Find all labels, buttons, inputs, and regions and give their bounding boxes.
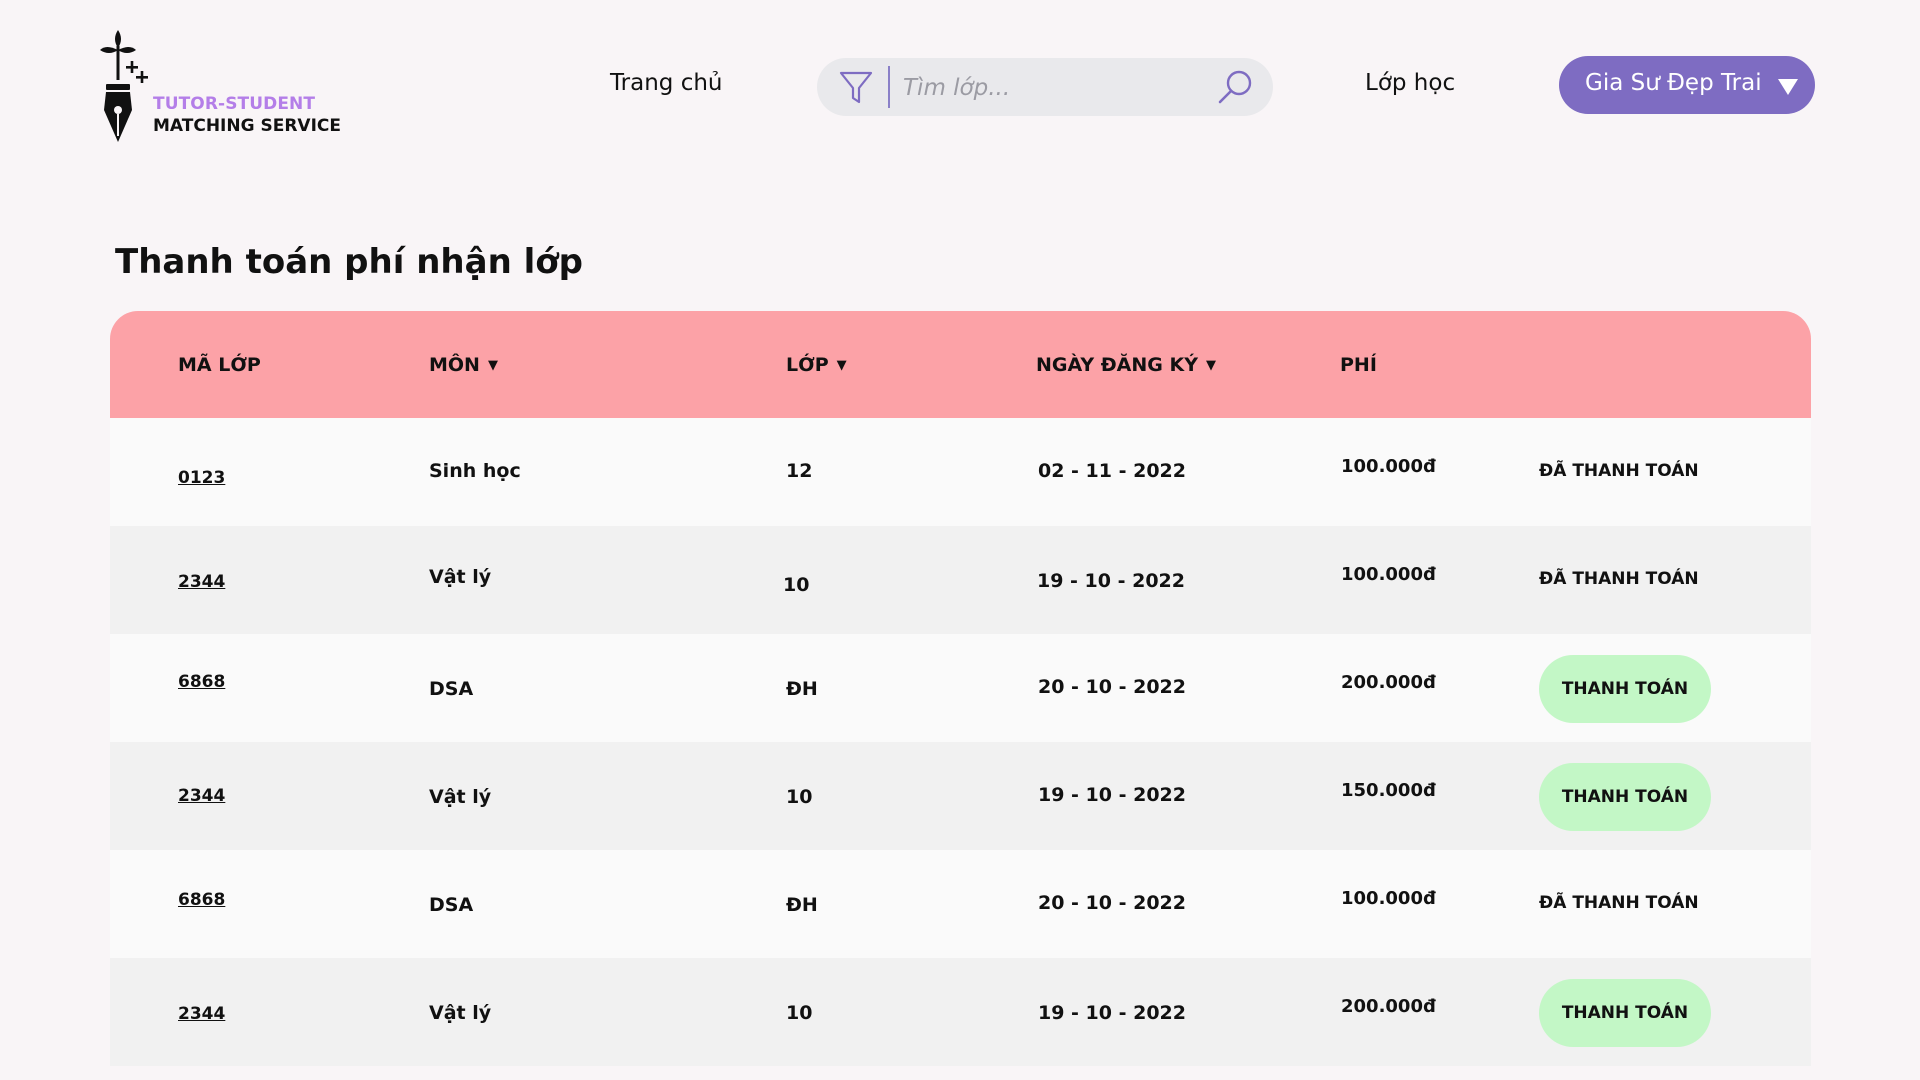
grade-cell: ĐH bbox=[786, 678, 818, 700]
user-menu-button[interactable]: Gia Sư Đẹp Trai bbox=[1559, 56, 1815, 114]
fee-cell: 200.000đ bbox=[1341, 672, 1436, 693]
nav-link-classes[interactable]: Lớp học bbox=[1365, 70, 1455, 96]
paid-status: ĐÃ THANH TOÁN bbox=[1539, 893, 1699, 913]
column-header-code: MÃ LỚP bbox=[178, 354, 261, 376]
class-code-link[interactable]: 0123 bbox=[178, 468, 225, 488]
column-header-grade[interactable]: LỚP ▼ bbox=[786, 354, 847, 376]
brand-name-line1: TUTOR-STUDENT bbox=[153, 94, 316, 114]
date-cell: 19 - 10 - 2022 bbox=[1038, 784, 1186, 806]
fountain-pen-plant-icon bbox=[100, 30, 148, 142]
subject-cell: Vật lý bbox=[429, 786, 492, 808]
subject-cell: Sinh học bbox=[429, 460, 521, 482]
date-cell: 02 - 11 - 2022 bbox=[1038, 460, 1186, 482]
subject-cell: Vật lý bbox=[429, 566, 492, 588]
date-cell: 19 - 10 - 2022 bbox=[1037, 570, 1185, 592]
grade-cell: 12 bbox=[786, 460, 813, 482]
subject-cell: DSA bbox=[429, 894, 474, 916]
table-row: 2344 Vật lý 10 19 - 10 - 2022 100.000đ Đ… bbox=[110, 526, 1811, 634]
grade-cell: 10 bbox=[786, 786, 813, 808]
fee-cell: 100.000đ bbox=[1341, 456, 1436, 477]
page-title: Thanh toán phí nhận lớp bbox=[115, 242, 583, 282]
class-code-link[interactable]: 2344 bbox=[178, 1004, 225, 1024]
paid-status: ĐÃ THANH TOÁN bbox=[1539, 569, 1699, 589]
grade-cell: 10 bbox=[786, 1002, 813, 1024]
sort-down-icon: ▼ bbox=[836, 358, 847, 373]
table-row: 6868 DSA ĐH 20 - 10 - 2022 200.000đ THAN… bbox=[110, 634, 1811, 742]
subject-cell: Vật lý bbox=[429, 1002, 492, 1024]
search-input[interactable] bbox=[901, 68, 1205, 108]
column-header-grade-label: LỚP bbox=[786, 354, 829, 376]
table-row: 0123 Sinh học 12 02 - 11 - 2022 100.000đ… bbox=[110, 418, 1811, 526]
paid-status: ĐÃ THANH TOÁN bbox=[1539, 461, 1699, 481]
subject-cell: DSA bbox=[429, 678, 474, 700]
table-header: MÃ LỚP MÔN ▼ LỚP ▼ NGÀY ĐĂNG KÝ ▼ PHÍ bbox=[110, 311, 1811, 418]
pay-button[interactable]: THANH TOÁN bbox=[1539, 979, 1711, 1047]
column-header-date-label: NGÀY ĐĂNG KÝ bbox=[1036, 354, 1198, 376]
class-code-link[interactable]: 2344 bbox=[178, 572, 225, 592]
chevron-down-icon bbox=[1777, 76, 1799, 102]
pay-button[interactable]: THANH TOÁN bbox=[1539, 655, 1711, 723]
sort-down-icon: ▼ bbox=[1205, 358, 1216, 373]
fee-cell: 100.000đ bbox=[1341, 564, 1436, 585]
table-row: 2344 Vật lý 10 19 - 10 - 2022 200.000đ T… bbox=[110, 958, 1811, 1066]
search-bar bbox=[817, 58, 1273, 116]
column-header-subject[interactable]: MÔN ▼ bbox=[429, 354, 498, 376]
search-divider bbox=[888, 66, 890, 108]
fee-cell: 200.000đ bbox=[1341, 996, 1436, 1017]
payments-table: MÃ LỚP MÔN ▼ LỚP ▼ NGÀY ĐĂNG KÝ ▼ PHÍ 0123 … bbox=[110, 311, 1811, 1066]
table-row: 2344 Vật lý 10 19 - 10 - 2022 150.000đ T… bbox=[110, 742, 1811, 850]
date-cell: 19 - 10 - 2022 bbox=[1038, 1002, 1186, 1024]
class-code-link[interactable]: 6868 bbox=[178, 672, 225, 692]
column-header-fee: PHÍ bbox=[1340, 354, 1377, 376]
table-row: 6868 DSA ĐH 20 - 10 - 2022 100.000đ ĐÃ T… bbox=[110, 850, 1811, 958]
pay-button[interactable]: THANH TOÁN bbox=[1539, 763, 1711, 831]
nav-link-home[interactable]: Trang chủ bbox=[610, 70, 723, 96]
class-code-link[interactable]: 2344 bbox=[178, 786, 225, 806]
search-icon[interactable] bbox=[1217, 68, 1255, 110]
fee-cell: 100.000đ bbox=[1341, 888, 1436, 909]
brand-logo[interactable]: TUTOR-STUDENT MATCHING SERVICE bbox=[98, 26, 358, 146]
date-cell: 20 - 10 - 2022 bbox=[1038, 892, 1186, 914]
grade-cell: ĐH bbox=[786, 894, 818, 916]
column-header-date[interactable]: NGÀY ĐĂNG KÝ ▼ bbox=[1036, 354, 1216, 376]
sort-down-icon: ▼ bbox=[487, 358, 498, 373]
fee-cell: 150.000đ bbox=[1341, 780, 1436, 801]
class-code-link[interactable]: 6868 bbox=[178, 890, 225, 910]
filter-icon[interactable] bbox=[839, 70, 873, 110]
brand-name-line2: MATCHING SERVICE bbox=[153, 116, 341, 136]
user-name: Gia Sư Đẹp Trai bbox=[1585, 70, 1762, 96]
grade-cell: 10 bbox=[783, 574, 810, 596]
column-header-subject-label: MÔN bbox=[429, 354, 480, 376]
date-cell: 20 - 10 - 2022 bbox=[1038, 676, 1186, 698]
